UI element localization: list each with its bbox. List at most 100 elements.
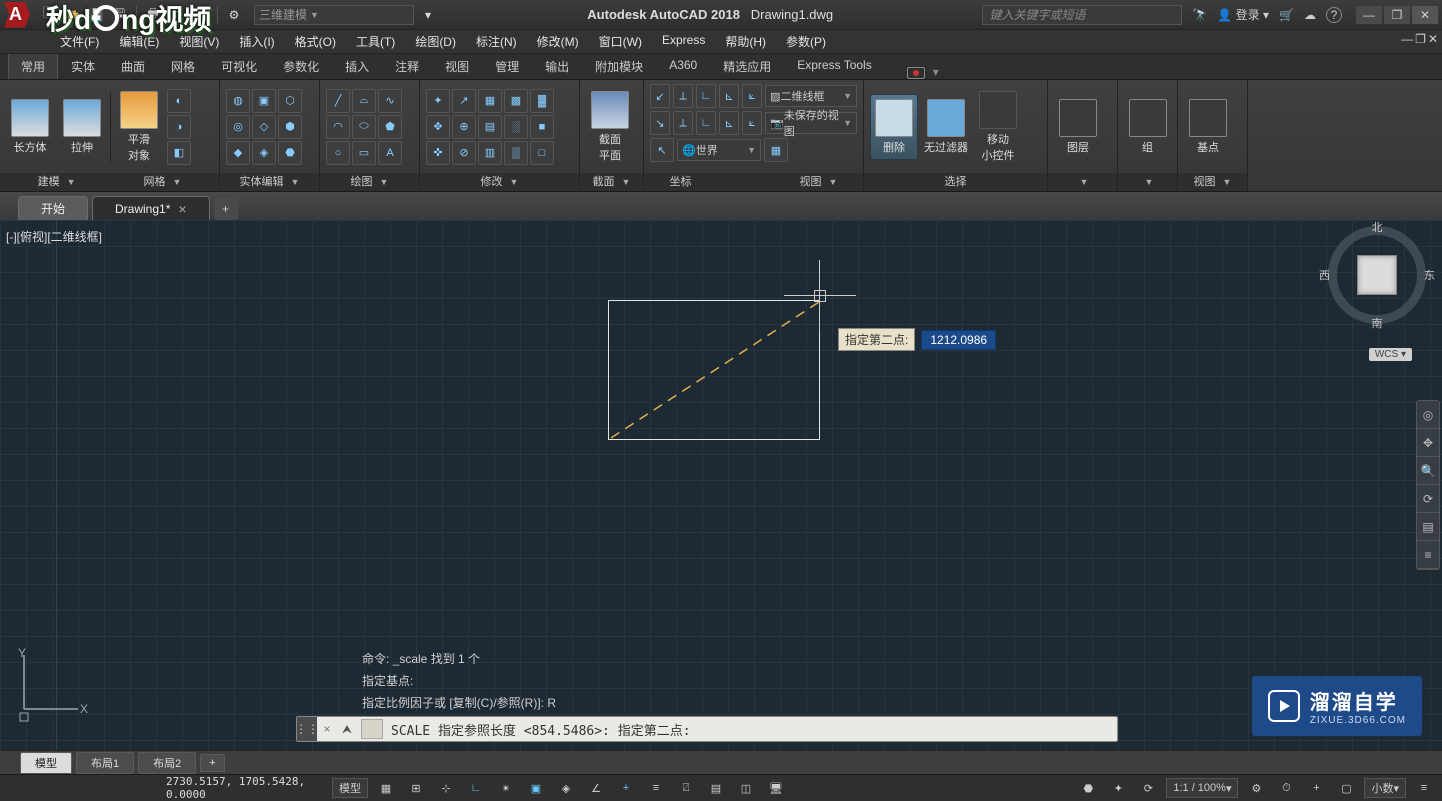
section-tool[interactable]: 截面 平面 <box>586 91 634 163</box>
doc-minimize-icon[interactable]: — <box>1401 32 1413 46</box>
menu-绘图(D)[interactable]: 绘图(D) <box>405 31 466 52</box>
group-tool[interactable]: 组 <box>1124 99 1171 155</box>
mo7[interactable]: ▦ <box>478 89 502 113</box>
prompt-value[interactable]: 1212.0986 <box>921 330 996 350</box>
ribbon-tab-5[interactable]: 参数化 <box>270 53 332 79</box>
tab-drawing1[interactable]: Drawing1*× <box>92 196 210 220</box>
se8[interactable]: ⬢ <box>278 115 302 139</box>
dr1[interactable]: ╱ <box>326 89 350 113</box>
extrude-tool[interactable]: 拉伸 <box>58 99 106 155</box>
ucs-icon[interactable]: YX <box>16 647 86 720</box>
a360-icon[interactable]: ☁ <box>1304 8 1316 22</box>
ucs-world-select[interactable]: 🌐 世界▼ <box>677 139 761 161</box>
co1[interactable]: ↙ <box>650 84 670 108</box>
mo15[interactable]: □ <box>530 141 554 165</box>
saved-view-select[interactable]: 📷 未保存的视图▼ <box>765 112 857 134</box>
menu-修改(M)[interactable]: 修改(M) <box>527 31 589 52</box>
layout-model[interactable]: 模型 <box>20 752 72 774</box>
ribbon-tab-8[interactable]: 视图 <box>432 53 482 79</box>
co4[interactable]: ⊾ <box>719 84 739 108</box>
qp-icon[interactable]: ▤ <box>704 778 728 798</box>
base-tool[interactable]: 基点 <box>1184 99 1232 155</box>
mo14[interactable]: ■ <box>530 115 554 139</box>
tpy-icon[interactable]: ⍁ <box>674 778 698 798</box>
ribbon-tab-14[interactable]: Express Tools <box>784 53 884 79</box>
otrack-icon[interactable]: ∠ <box>584 778 608 798</box>
viewport-label[interactable]: [-][俯视][二维线框] <box>6 228 102 245</box>
mesh-icon-3[interactable]: ◧ <box>167 141 191 165</box>
se7[interactable]: ⬡ <box>278 89 302 113</box>
menu-标注(N)[interactable]: 标注(N) <box>466 31 527 52</box>
menu-插入(I)[interactable]: 插入(I) <box>229 31 284 52</box>
mo2[interactable]: ✥ <box>426 115 450 139</box>
app-logo[interactable] <box>4 2 30 28</box>
dr2[interactable]: ◠ <box>326 115 350 139</box>
se3[interactable]: ◆ <box>226 141 250 165</box>
menu-参数(P)[interactable]: 参数(P) <box>776 31 836 52</box>
add-layout-button[interactable]: + <box>200 754 224 772</box>
command-line[interactable]: ⋮⋮ × ⮝ ▷_ SCALE 指定参照长度 <854.5486>: 指定第二点… <box>296 716 1118 742</box>
record-icon[interactable] <box>907 67 925 79</box>
doc-restore-icon[interactable]: ❐ <box>1415 32 1426 46</box>
mo12[interactable]: ▒ <box>504 141 528 165</box>
ws-icon[interactable]: ⚙ <box>1244 778 1268 798</box>
delete-tool[interactable]: 删除 <box>870 94 918 160</box>
rectangle-object[interactable] <box>608 300 820 440</box>
binoculars-icon[interactable]: 🔭 <box>1192 8 1207 22</box>
cmd-drag-handle[interactable]: ⋮⋮ <box>297 717 317 741</box>
co10[interactable]: ⟀ <box>742 111 762 135</box>
drawing-canvas[interactable]: [-][俯视][二维线框] 指定第二点: 1212.0986 YX 北 南 东 … <box>0 220 1442 750</box>
snap-toggle-icon[interactable]: ⊞ <box>404 778 428 798</box>
mo9[interactable]: ▥ <box>478 141 502 165</box>
doc-close-icon[interactable]: ✕ <box>1428 32 1438 46</box>
clean-icon[interactable]: ▢ <box>1334 778 1358 798</box>
space-toggle[interactable]: 模型 <box>332 778 368 798</box>
nofilter-tool[interactable]: 无过滤器 <box>922 99 970 155</box>
layout-2[interactable]: 布局2 <box>138 752 196 774</box>
wcs-badge[interactable]: WCS ▾ <box>1369 348 1412 361</box>
view-cube[interactable]: 北 南 东 西 <box>1342 240 1412 310</box>
co8[interactable]: ∟ <box>696 111 716 135</box>
nav-more-icon[interactable]: ≡ <box>1417 541 1439 569</box>
mo13[interactable]: ▓ <box>530 89 554 113</box>
ribbon-tab-7[interactable]: 注释 <box>382 53 432 79</box>
signin-button[interactable]: 👤 登录 ▾ <box>1217 6 1269 23</box>
mo1[interactable]: ✦ <box>426 89 450 113</box>
ortho-icon[interactable]: ∟ <box>464 778 488 798</box>
mesh-icon-2[interactable]: ◑ <box>167 115 191 139</box>
anno-scale[interactable]: 1:1 / 100% ▾ <box>1166 778 1238 798</box>
se6[interactable]: ◈ <box>252 141 276 165</box>
cmd-history-icon[interactable]: ⮝ <box>337 722 357 737</box>
ann-vis-icon[interactable]: ✦ <box>1106 778 1130 798</box>
mo4[interactable]: ↗ <box>452 89 476 113</box>
qat-more-icon[interactable]: ▾ <box>418 5 438 25</box>
dr4[interactable]: ⌓ <box>352 89 376 113</box>
tab-start[interactable]: 开始 <box>18 196 88 220</box>
mo6[interactable]: ⊘ <box>452 141 476 165</box>
ribbon-tab-12[interactable]: A360 <box>656 53 710 79</box>
help-icon[interactable]: ? <box>1326 7 1342 23</box>
se1[interactable]: ◍ <box>226 89 250 113</box>
ribbon-expand-icon[interactable]: ▾ <box>933 65 939 79</box>
layer-tool[interactable]: 图层 <box>1054 99 1102 155</box>
osnap-icon[interactable]: ▣ <box>524 778 548 798</box>
add-tab-button[interactable]: + <box>214 198 238 220</box>
showmotion-icon[interactable]: ▤ <box>1417 513 1439 541</box>
ribbon-tab-13[interactable]: 精选应用 <box>710 53 784 79</box>
co11[interactable]: ↖ <box>650 138 674 162</box>
menu-格式(O)[interactable]: 格式(O) <box>285 31 346 52</box>
units-select[interactable]: 小数 ▾ <box>1364 778 1406 798</box>
co7[interactable]: ⟂ <box>673 111 693 135</box>
lock-icon[interactable]: + <box>1304 778 1328 798</box>
dr3[interactable]: ○ <box>326 141 350 165</box>
co5[interactable]: ⟀ <box>742 84 762 108</box>
se9[interactable]: ⬣ <box>278 141 302 165</box>
zoom-icon[interactable]: 🔍 <box>1417 457 1439 485</box>
perf-icon[interactable]: ⏱ <box>1274 778 1298 798</box>
infer-icon[interactable]: ⊹ <box>434 778 458 798</box>
ribbon-tab-1[interactable]: 实体 <box>58 53 108 79</box>
box-tool[interactable]: 长方体 <box>6 99 54 155</box>
mo5[interactable]: ⊕ <box>452 115 476 139</box>
iso-icon[interactable]: ⬣ <box>1076 778 1100 798</box>
lwt-icon[interactable]: ≡ <box>644 778 668 798</box>
